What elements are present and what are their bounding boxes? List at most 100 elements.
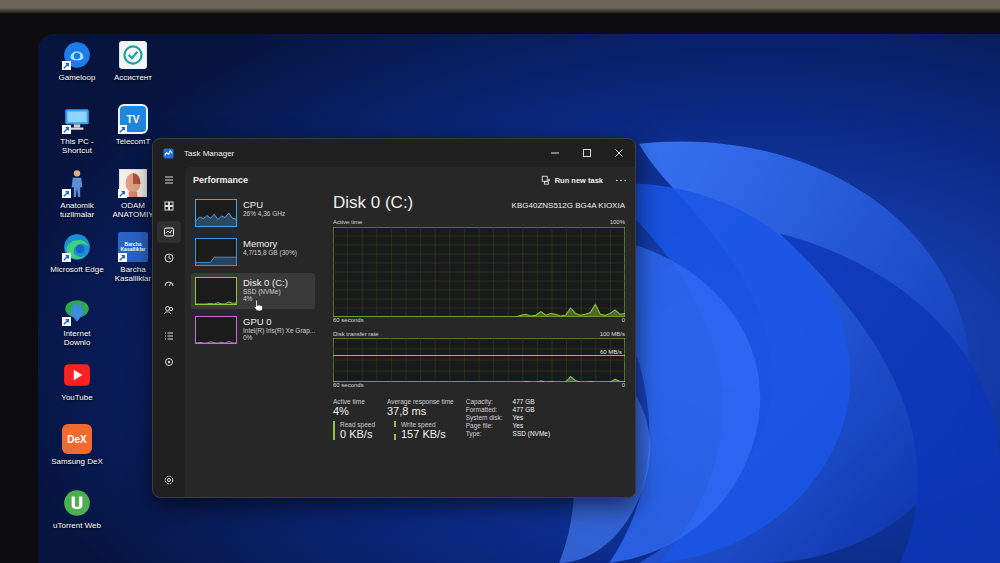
more-options-icon[interactable] <box>615 178 627 183</box>
desktop-icon-label: Gameloop <box>50 73 104 82</box>
device-detail: 4,7/15,8 GB (30%) <box>243 249 297 256</box>
chart-label: Disk transfer rate <box>333 331 379 339</box>
maximize-icon[interactable] <box>571 139 603 167</box>
gear-icon <box>163 474 175 486</box>
device-thumbnail-chart <box>195 316 237 344</box>
reference-line-label: 60 MB/s <box>600 349 622 355</box>
history-icon <box>163 252 175 264</box>
device-item[interactable]: CPU26% 4,36 GHz <box>191 195 315 231</box>
disk-stats: Active time4% Average response time37,8 m… <box>333 398 625 440</box>
stat: Average response time37,8 ms <box>387 398 454 417</box>
speed-stat: Read speed0 KB/s <box>333 421 380 440</box>
run-new-task-label: Run new task <box>555 176 603 185</box>
device-detail: 0% <box>243 334 311 341</box>
title-bar: Task Manager <box>153 139 635 167</box>
nav-item[interactable] <box>157 325 181 347</box>
desktop-icon-label: Microsoft Edge <box>50 265 104 274</box>
nav-item[interactable] <box>157 169 181 191</box>
device-thumbnail-chart <box>195 199 237 227</box>
page-title: Performance <box>193 175 248 185</box>
desktop-icon[interactable]: DeX Samsung DeX <box>50 424 104 488</box>
device-detail: 4% <box>243 295 288 302</box>
disk-model: KBG40ZNS512G BG4A KIOXIA <box>512 201 625 210</box>
nav-item[interactable] <box>157 221 181 243</box>
property-value: Yes <box>513 422 551 429</box>
disk-detail: Disk 0 (C:)KBG40ZNS512G BG4A KIOXIAActiv… <box>319 191 635 497</box>
property-label: Type: <box>466 430 503 437</box>
close-icon[interactable] <box>603 139 635 167</box>
shortcut-arrow-icon <box>62 189 71 198</box>
utorrent-icon <box>62 488 92 518</box>
disk-properties: Capacity:477 GBFormatted:477 GBSystem di… <box>466 398 550 440</box>
desktop-icon-label: Samsung DeX <box>50 457 104 466</box>
device-name: GPU 0 <box>243 316 311 327</box>
task-manager-icon <box>163 148 174 159</box>
nav-item[interactable] <box>157 195 181 217</box>
nav-item[interactable] <box>157 273 181 295</box>
speedometer-icon <box>163 278 175 290</box>
device-thumbnail-chart <box>195 238 237 266</box>
bezel-side <box>0 34 38 563</box>
device-item[interactable]: GPU 0Intel(R) Iris(R) Xe Grap...0% <box>191 312 315 348</box>
performance-page: PerformanceRun new taskCPU26% 4,36 GHzMe… <box>185 167 635 497</box>
chart-max-label: 100 MB/s <box>600 331 625 339</box>
processes-icon <box>163 200 175 212</box>
desktop-icon[interactable]: YouTube <box>50 360 104 424</box>
desktop-icon-label: Internet Downlo <box>50 329 104 347</box>
chart-time-label: 60 seconds <box>333 382 364 390</box>
youtube-icon <box>62 360 92 390</box>
speed-stat: Write speed157 KB/s <box>394 421 446 440</box>
device-detail: 26% 4,36 GHz <box>243 210 285 217</box>
chart-time-label: 60 seconds <box>333 317 364 325</box>
nav-rail <box>153 167 185 497</box>
desktop-icon-label: Ассистент <box>106 73 160 82</box>
desktop-icon[interactable]: Microsoft Edge <box>50 232 104 296</box>
minimize-icon[interactable] <box>539 139 571 167</box>
list-icon <box>163 330 175 342</box>
desktop-icon[interactable]: Gameloop <box>50 40 104 104</box>
device-name: CPU <box>243 199 285 210</box>
property-value: SSD (NVMe) <box>513 430 551 437</box>
property-value: 477 GB <box>513 398 551 405</box>
chart-max-label: 100% <box>610 219 625 227</box>
property-label: Formatted: <box>466 406 503 413</box>
shortcut-arrow-icon <box>118 189 127 198</box>
desktop-icon[interactable]: Ассистент <box>106 40 160 104</box>
desktop-icon[interactable]: Internet Downlo <box>50 296 104 360</box>
bezel <box>0 0 1000 34</box>
desktop-icon-label: uTorrent Web <box>50 521 104 530</box>
task-manager-window[interactable]: Task Manager Performance Run new task CPU26… <box>152 138 636 498</box>
hamburger-icon <box>163 174 175 186</box>
shortcut-arrow-icon <box>62 253 71 262</box>
desktop-icon-label: Anatomik tuzilmalar <box>50 201 104 219</box>
stat: Active time4% <box>333 398 373 417</box>
chart-min-label: 0 <box>622 382 625 390</box>
property-label: System disk: <box>466 414 503 421</box>
transfer-rate-chart <box>333 338 625 382</box>
desktop-icon[interactable]: This PC - Shortcut <box>50 104 104 168</box>
device-detail: SSD (NVMe) <box>243 288 288 295</box>
dex-icon: DeX <box>62 424 92 454</box>
shortcut-arrow-icon <box>118 253 127 262</box>
chart-min-label: 0 <box>622 317 625 325</box>
device-thumbnail-chart <box>195 277 237 305</box>
performance-icon <box>163 226 175 238</box>
nav-item[interactable] <box>157 299 181 321</box>
shortcut-arrow-icon <box>62 125 71 134</box>
desktop-icon[interactable]: Anatomik tuzilmalar <box>50 168 104 232</box>
device-list: CPU26% 4,36 GHzMemory4,7/15,8 GB (30%)Di… <box>185 191 319 497</box>
nav-item[interactable] <box>157 469 181 491</box>
property-value: Yes <box>513 414 551 421</box>
device-item[interactable]: Disk 0 (C:)SSD (NVMe)4% <box>191 273 315 309</box>
shortcut-arrow-icon <box>62 317 71 326</box>
chart-label: Active time <box>333 219 362 227</box>
desktop-icon[interactable]: uTorrent Web <box>50 488 104 552</box>
device-item[interactable]: Memory4,7/15,8 GB (30%) <box>191 234 315 270</box>
nav-item[interactable] <box>157 247 181 269</box>
shortcut-arrow-icon <box>118 125 127 134</box>
window-title: Task Manager <box>184 149 529 158</box>
users-icon <box>163 304 175 316</box>
run-new-task-button[interactable]: Run new task <box>541 175 603 185</box>
nav-item[interactable] <box>157 351 181 373</box>
property-value: 477 GB <box>513 406 551 413</box>
